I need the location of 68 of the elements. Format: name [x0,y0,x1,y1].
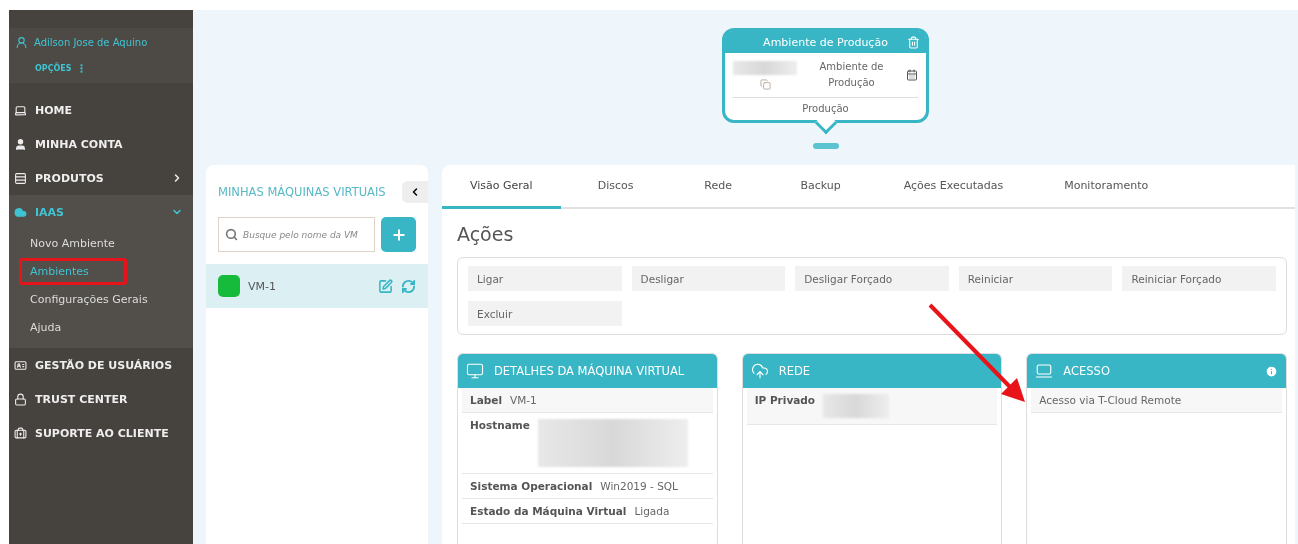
field-value: Win2019 - SQL [600,480,678,492]
field-label: IP Privado [754,394,816,408]
nav-item[interactable]: GESTÃO DE USUÁRIOS [9,348,193,382]
nav-subitem[interactable]: Configurações Gerais [19,286,159,313]
field-label: Hostname [470,419,530,433]
field-label: Estado da Máquina Virtual [470,505,627,517]
id-card-icon [14,358,27,372]
tab[interactable]: Monitoramento [1031,165,1182,209]
tab[interactable]: Backup [765,165,876,209]
edit-icon[interactable] [378,278,393,294]
calendar-icon[interactable] [906,69,918,81]
trash-icon[interactable] [907,35,920,49]
nav-item[interactable]: TRUST CENTER [9,382,193,416]
field-label: Label [470,394,502,406]
search-icon [225,228,238,241]
action-button[interactable]: Ligar [468,266,622,291]
info-icon[interactable] [1265,364,1278,378]
card-title: REDE [778,364,812,378]
collapse-button[interactable] [402,181,428,203]
laptop-icon [14,103,27,117]
lock-icon [14,392,27,406]
cloud-icon [14,205,27,219]
search-field[interactable]: Busque pelo nome da VM [218,217,375,252]
tab[interactable]: Rede [670,165,766,209]
nav-item[interactable]: PRODUTOS [9,161,193,195]
list-icon [14,171,27,185]
tab[interactable]: Discos [560,165,671,209]
drag-handle[interactable] [812,143,839,149]
tab[interactable]: Visão Geral [442,165,561,209]
nav-subitem[interactable]: Ajuda [19,314,127,341]
card-title: ACESSO [1063,364,1111,378]
card-title: Ambiente de Produção [763,35,888,49]
monitor-icon [466,362,484,380]
blurred-block [733,60,797,75]
section-title: Ações [457,223,515,245]
card-title: DETALHES DA MÁQUINA VIRTUAL [494,364,686,378]
medical-kit-icon [14,426,27,440]
tab[interactable]: Ações Executadas [875,165,1032,209]
plus-icon [390,226,407,243]
user-name[interactable]: Adilson Jose de Aquino [15,36,148,49]
action-button[interactable]: Reiniciar [958,266,1113,291]
nav-item[interactable]: IAAS [9,195,193,229]
environment-name: Ambiente de Produção [818,60,885,90]
nav-subitem[interactable]: Ambientes [19,258,127,285]
options-menu[interactable]: OPÇÕES [35,63,87,74]
blurred-block [823,394,890,418]
action-button[interactable]: Desligar Forçado [795,266,949,291]
field-label: Sistema Operacional [470,480,593,492]
panel-title: MINHAS MÁQUINAS VIRTUAIS [218,185,386,199]
field-value: VM-1 [510,394,537,406]
add-button[interactable] [381,217,416,252]
user-icon [15,36,28,49]
copy-icon[interactable] [759,78,771,90]
nav-item[interactable]: SUPORTE AO CLIENTE [9,416,193,450]
laptop-icon [1035,362,1054,380]
action-button[interactable]: Reiniciar Forçado [1122,266,1276,291]
field-value: Ligada [634,505,670,517]
user-icon [14,137,27,151]
action-button[interactable]: Desligar [631,266,786,291]
field-value: Acesso via T-Cloud Remote [1039,394,1182,406]
nav-item[interactable]: MINHA CONTA [9,127,193,161]
vm-row[interactable]: VM-1 [206,264,428,308]
vm-name: VM-1 [248,279,277,293]
cloud-icon [750,362,769,380]
action-button[interactable]: Excluir [468,301,622,326]
refresh-icon[interactable] [401,278,416,294]
nav-item[interactable]: HOME [9,93,193,127]
nav-subitem[interactable]: Novo Ambiente [19,230,127,257]
